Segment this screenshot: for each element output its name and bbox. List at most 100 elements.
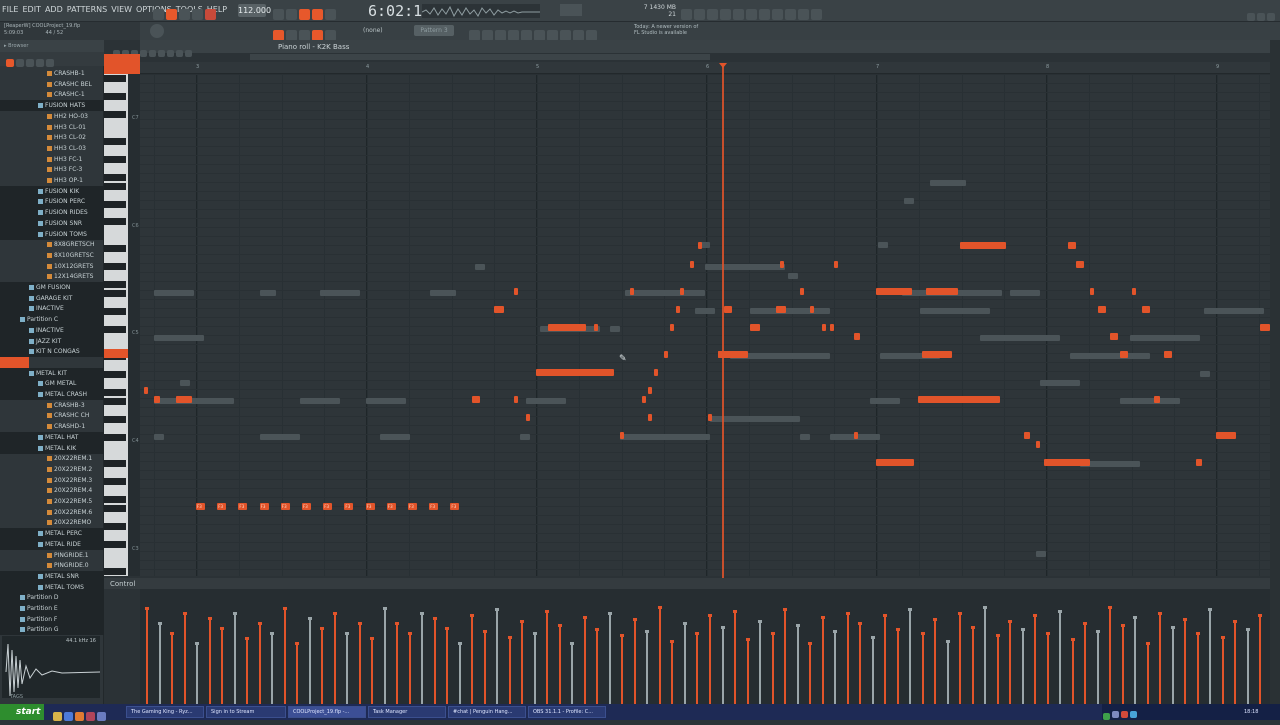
black-key[interactable] xyxy=(104,110,126,118)
note[interactable] xyxy=(494,306,504,313)
note[interactable] xyxy=(1154,396,1160,403)
velocity-handle[interactable] xyxy=(983,606,987,609)
browser-item[interactable] xyxy=(0,356,29,368)
note[interactable] xyxy=(960,242,1006,249)
browser-item[interactable]: 20X22REM.1 xyxy=(0,453,104,464)
black-key[interactable] xyxy=(104,523,126,531)
browser-item[interactable]: 20X22REM.5 xyxy=(0,496,104,507)
velocity-bar[interactable] xyxy=(846,612,850,704)
velocity-handle[interactable] xyxy=(533,632,537,635)
velocity-bar[interactable] xyxy=(433,617,437,704)
velocity-handle[interactable] xyxy=(808,642,812,645)
note[interactable] xyxy=(1260,324,1270,331)
velocity-bar[interactable] xyxy=(1233,620,1237,704)
black-key[interactable] xyxy=(104,478,126,486)
bass-note[interactable]: F3 xyxy=(386,503,396,510)
velocity-handle[interactable] xyxy=(608,612,612,615)
velocity-handle[interactable] xyxy=(295,642,299,645)
browser-item[interactable]: GM FUSION xyxy=(0,282,104,293)
browser-item[interactable]: METAL SNR xyxy=(0,570,104,582)
bass-note[interactable]: F3 xyxy=(238,503,248,510)
velocity-handle[interactable] xyxy=(1058,610,1062,613)
velocity-bar[interactable] xyxy=(771,632,775,704)
velocity-handle[interactable] xyxy=(958,612,962,615)
velocity-handle[interactable] xyxy=(483,630,487,633)
note[interactable] xyxy=(610,369,614,376)
tray-icon-network[interactable] xyxy=(1103,713,1110,720)
cross-icon[interactable] xyxy=(720,9,731,20)
snap-selector[interactable]: (none) xyxy=(363,25,397,36)
browser-item[interactable]: PINGRIDE.0 xyxy=(0,560,104,571)
note[interactable] xyxy=(1044,459,1090,466)
note[interactable] xyxy=(1090,288,1094,295)
note[interactable] xyxy=(724,306,732,313)
collapse-icon[interactable] xyxy=(16,58,24,67)
black-key[interactable] xyxy=(104,200,126,208)
export-icon[interactable] xyxy=(811,9,822,20)
microphone-icon[interactable] xyxy=(707,9,718,20)
velocity-handle[interactable] xyxy=(946,640,950,643)
velocity-bar[interactable] xyxy=(408,632,412,704)
velocity-bar[interactable] xyxy=(1108,606,1112,704)
velocity-bar[interactable] xyxy=(1133,616,1137,704)
browser-item[interactable]: 8X8GRETSCH xyxy=(0,239,104,250)
velocity-bar[interactable] xyxy=(220,627,224,704)
velocity-bar[interactable] xyxy=(645,630,649,704)
velocity-bar[interactable] xyxy=(946,640,950,704)
velocity-bar[interactable] xyxy=(520,620,524,704)
velocity-bar[interactable] xyxy=(695,632,699,704)
note[interactable] xyxy=(548,324,586,331)
browser-item[interactable]: Partition F xyxy=(0,613,104,625)
velocity-bar[interactable] xyxy=(821,616,825,704)
velocity-handle[interactable] xyxy=(158,622,162,625)
velocity-handle[interactable] xyxy=(1208,608,1212,611)
note[interactable] xyxy=(822,324,826,331)
note[interactable] xyxy=(800,288,804,295)
velocity-handle[interactable] xyxy=(308,617,312,620)
browser-item[interactable]: METAL RIDE xyxy=(0,538,104,550)
browser-item[interactable]: 20X22REM.4 xyxy=(0,485,104,496)
menu-add[interactable]: ADD xyxy=(45,5,63,14)
bass-note[interactable]: F3 xyxy=(217,503,227,510)
velocity-handle[interactable] xyxy=(183,612,187,615)
velocity-bar[interactable] xyxy=(358,622,362,704)
black-key[interactable] xyxy=(104,433,126,441)
velocity-bar[interactable] xyxy=(721,626,725,704)
browser-item[interactable]: KIT N CONGAS xyxy=(0,346,104,358)
velocity-handle[interactable] xyxy=(195,642,199,645)
velocity-handle[interactable] xyxy=(758,620,762,623)
start-button[interactable]: start xyxy=(0,704,44,720)
velocity-handle[interactable] xyxy=(1133,616,1137,619)
note[interactable] xyxy=(926,288,958,295)
note[interactable] xyxy=(176,396,192,403)
note[interactable] xyxy=(648,387,652,394)
velocity-handle[interactable] xyxy=(670,640,674,643)
download-icon[interactable] xyxy=(772,9,783,20)
velocity-bar[interactable] xyxy=(333,612,337,704)
note[interactable] xyxy=(1068,242,1076,249)
note-grid[interactable]: F3 F3 F3 F3 F3 F3 F3 F3 F3 F3 F3 F3 F3 xyxy=(140,74,1270,576)
pattern-selector[interactable]: Pattern 3 xyxy=(414,25,454,36)
velocity-handle[interactable] xyxy=(971,626,975,629)
task-sign-in-stream[interactable]: Sign in to Stream xyxy=(206,706,286,718)
note[interactable] xyxy=(1164,351,1172,358)
velocity-bar[interactable] xyxy=(595,628,599,704)
browser-item[interactable]: CRASHC CH xyxy=(0,410,104,421)
back-icon[interactable] xyxy=(26,58,34,67)
task-fl-studio[interactable]: COOLProject_19.flp -... xyxy=(288,706,366,718)
velocity-handle[interactable] xyxy=(1021,628,1025,631)
note[interactable] xyxy=(854,333,860,340)
browser-item[interactable]: 20X22REMO xyxy=(0,517,104,528)
note[interactable] xyxy=(1142,306,1150,313)
bass-note[interactable]: F3 xyxy=(259,503,269,510)
velocity-bar[interactable] xyxy=(1096,630,1100,704)
note[interactable] xyxy=(1110,333,1118,340)
velocity-bar[interactable] xyxy=(495,608,499,704)
black-key[interactable] xyxy=(104,173,126,181)
playhead-marker[interactable] xyxy=(719,63,727,68)
velocity-handle[interactable] xyxy=(1183,618,1187,621)
black-key[interactable] xyxy=(104,496,126,504)
black-key[interactable] xyxy=(104,397,126,405)
velocity-handle[interactable] xyxy=(445,627,449,630)
browser-item[interactable]: 8X10GRETSC xyxy=(0,250,104,261)
